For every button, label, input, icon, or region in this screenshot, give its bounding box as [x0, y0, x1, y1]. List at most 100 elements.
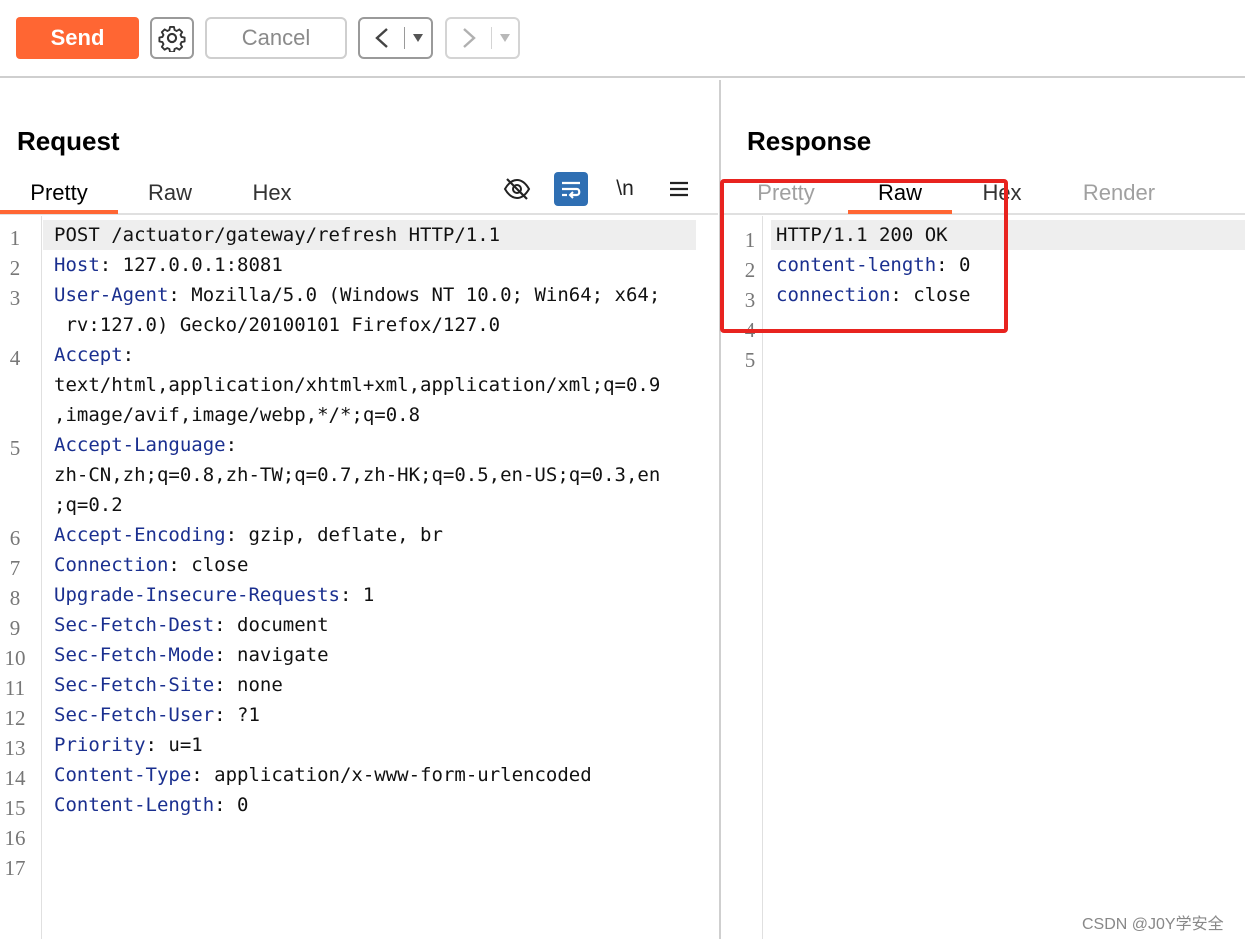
line-number: 8: [9, 586, 21, 610]
send-button[interactable]: Send: [16, 17, 139, 59]
menu-icon: [670, 181, 688, 197]
request-editor[interactable]: 1 2 3 4 5 6 7 8 9 10 11 12 13 14 15 16 1…: [0, 216, 718, 939]
code-line: Accept-Language:: [54, 430, 237, 460]
settings-button[interactable]: [150, 17, 194, 59]
forward-arrow-icon: [447, 19, 491, 57]
header-value: : navigate: [214, 644, 329, 666]
header-name: Content-Length: [54, 794, 215, 816]
header-name: Connection: [54, 554, 169, 576]
line-number: 7: [9, 556, 21, 580]
code-line: Content-Type: application/x-www-form-url…: [54, 760, 592, 790]
line-number: 12: [4, 706, 26, 730]
code-line: Sec-Fetch-Site: none: [54, 670, 283, 700]
code-line: Host: 127.0.0.1:8081: [54, 250, 283, 280]
line-number: 5: [744, 348, 756, 372]
tab-request-hex[interactable]: Hex: [222, 172, 322, 214]
header-value: :: [122, 344, 135, 366]
back-button[interactable]: [358, 17, 433, 59]
line-number: 14: [4, 766, 26, 790]
tab-request-pretty[interactable]: Pretty: [0, 172, 118, 214]
header-value: rv:127.0) Gecko/20100101 Firefox/127.0: [54, 314, 501, 336]
code-line: rv:127.0) Gecko/20100101 Firefox/127.0: [54, 310, 500, 340]
back-history-dropdown[interactable]: [405, 19, 431, 57]
chevron-down-icon: [500, 34, 510, 42]
code-line: POST /actuator/gateway/refresh HTTP/1.1: [54, 220, 500, 250]
forward-history-dropdown[interactable]: [492, 19, 518, 57]
header-value: : 1: [339, 584, 375, 606]
wrap-lines-toggle[interactable]: [554, 172, 588, 206]
tab-request-raw[interactable]: Raw: [118, 172, 222, 214]
header-value: : Mozilla/5.0 (Windows NT 10.0; Win64; x…: [168, 284, 661, 306]
line-number: 13: [4, 736, 26, 760]
code-line: User-Agent: Mozilla/5.0 (Windows NT 10.0…: [54, 280, 660, 310]
header-value: ;q=0.2: [54, 494, 123, 516]
header-name: Content-Type: [54, 764, 192, 786]
request-editor-tools: \n: [500, 172, 700, 206]
header-value: : ?1: [214, 704, 260, 726]
header-name: Host: [54, 254, 100, 276]
code-line: Priority: u=1: [54, 730, 203, 760]
header-name: Accept: [54, 344, 123, 366]
code-line: Sec-Fetch-Dest: document: [54, 610, 329, 640]
gear-icon: [158, 25, 186, 52]
header-value: : 0: [214, 794, 249, 816]
watermark: CSDN @J0Y学安全: [1082, 916, 1224, 933]
header-value: text/html,application/xhtml+xml,applicat…: [54, 374, 661, 396]
line-number: 10: [4, 646, 26, 670]
code-line: ;q=0.2: [54, 490, 123, 520]
request-title: Request: [17, 126, 120, 156]
header-value: : application/x-www-form-urlencoded: [191, 764, 592, 786]
line-number: 9: [9, 616, 21, 640]
eye-slash-icon: [503, 178, 531, 200]
annotation-highlight-box: [720, 179, 1008, 333]
code-line: Content-Length: 0: [54, 790, 248, 820]
newline-toggle[interactable]: \n: [608, 172, 642, 206]
line-number: 11: [4, 676, 26, 700]
code-line: Connection: close: [54, 550, 248, 580]
code-line: ,image/avif,image/webp,*/*;q=0.8: [54, 400, 420, 430]
code-line: Accept:: [54, 340, 134, 370]
code-line: Sec-Fetch-User: ?1: [54, 700, 260, 730]
code-line: zh-CN,zh;q=0.8,zh-TW;q=0.7,zh-HK;q=0.5,e…: [54, 460, 660, 490]
line-number: 3: [9, 286, 21, 310]
line-number: 17: [4, 856, 26, 880]
header-name: Sec-Fetch-User: [54, 704, 215, 726]
code-line: text/html,application/xhtml+xml,applicat…: [54, 370, 660, 400]
code-line: Upgrade-Insecure-Requests: 1: [54, 580, 374, 610]
header-value: POST /actuator/gateway/refresh HTTP/1.1: [54, 224, 501, 246]
header-value: :: [225, 434, 238, 456]
hide-toggle[interactable]: [500, 172, 534, 206]
cancel-button[interactable]: Cancel: [205, 17, 347, 59]
code-line: Sec-Fetch-Mode: navigate: [54, 640, 329, 670]
response-title: Response: [747, 126, 872, 156]
line-number: 5: [9, 436, 21, 460]
header-name: User-Agent: [54, 284, 169, 306]
header-value: zh-CN,zh;q=0.8,zh-TW;q=0.7,zh-HK;q=0.5,e…: [54, 464, 661, 486]
header-name: Upgrade-Insecure-Requests: [54, 584, 340, 606]
header-value: ,image/avif,image/webp,*/*;q=0.8: [54, 404, 421, 426]
chevron-down-icon: [413, 34, 423, 42]
header-value: : none: [214, 674, 283, 696]
header-name: Accept-Language: [54, 434, 226, 456]
header-value: : 127.0.0.1:8081: [99, 254, 283, 276]
line-number: 15: [4, 796, 26, 820]
header-value: : document: [214, 614, 329, 636]
code-line: Accept-Encoding: gzip, deflate, br: [54, 520, 443, 550]
back-arrow-icon: [360, 19, 404, 57]
line-number: 16: [4, 826, 26, 850]
header-name: Sec-Fetch-Dest: [54, 614, 215, 636]
header-name: Sec-Fetch-Site: [54, 674, 215, 696]
tab-response-render[interactable]: Render: [1067, 172, 1171, 214]
header-name: Priority: [54, 734, 146, 756]
toolbar: Send Cancel: [0, 0, 1245, 78]
header-value: : u=1: [145, 734, 203, 756]
wrap-lines-icon: [562, 181, 581, 199]
line-number: 4: [9, 346, 21, 370]
header-name: Sec-Fetch-Mode: [54, 644, 215, 666]
line-number: 2: [9, 256, 21, 280]
line-number: 6: [9, 526, 21, 550]
options-menu-button[interactable]: [662, 172, 696, 206]
header-name: Accept-Encoding: [54, 524, 226, 546]
forward-button[interactable]: [445, 17, 520, 59]
header-value: : close: [168, 554, 249, 576]
